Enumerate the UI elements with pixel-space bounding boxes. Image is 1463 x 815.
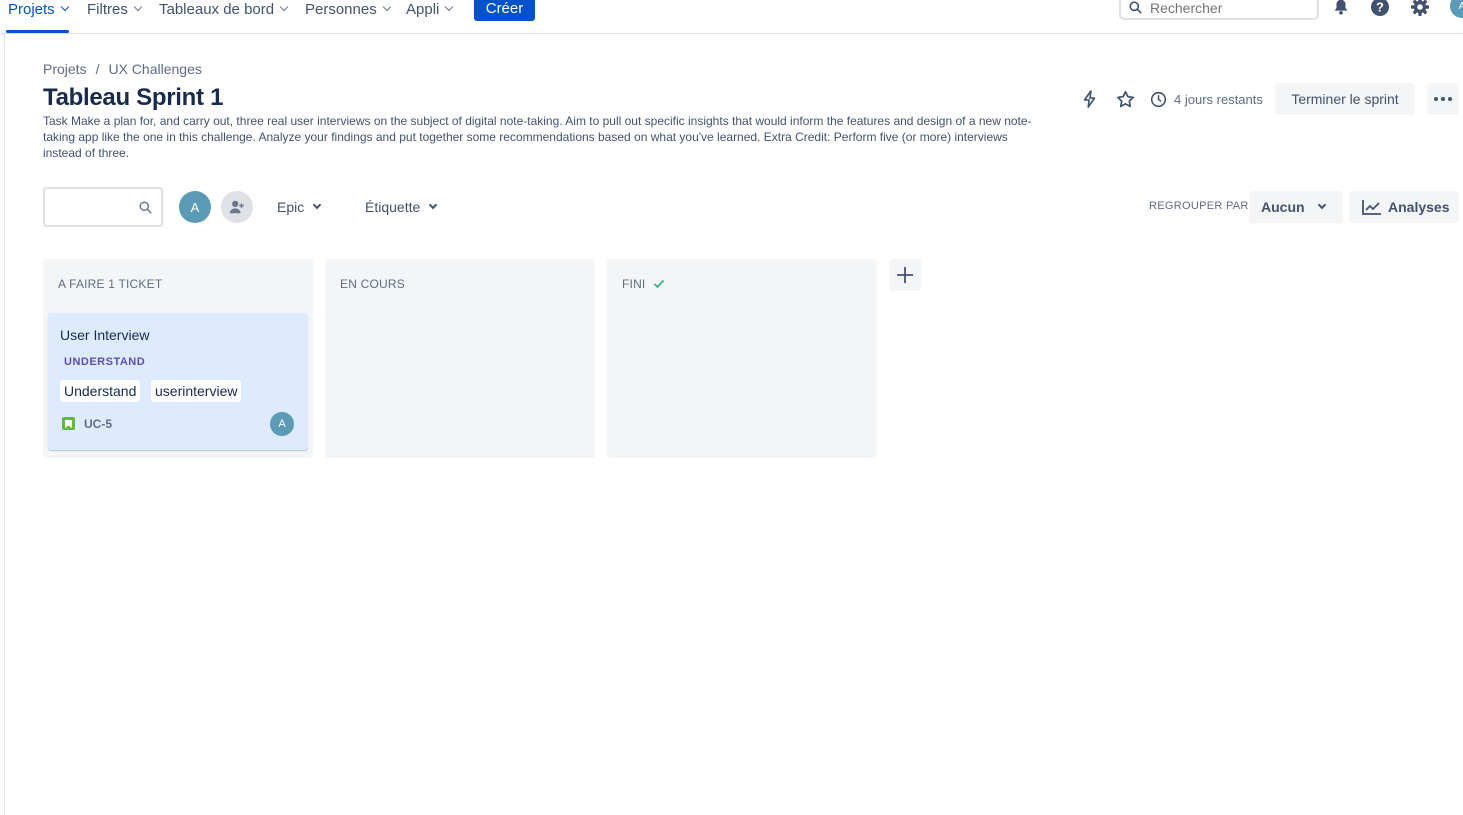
help-icon[interactable]: ? xyxy=(1369,0,1391,18)
chevron-down-icon xyxy=(312,200,322,210)
epic-filter[interactable]: Epic xyxy=(277,196,322,218)
nav-active-indicator xyxy=(6,30,69,33)
automation-icon[interactable] xyxy=(1079,88,1101,110)
breadcrumb: Projets / UX Challenges xyxy=(43,61,202,77)
nav-dashboards[interactable]: Tableaux de bord xyxy=(159,0,289,21)
column-title: EN COURS xyxy=(340,277,405,291)
column-header: FINI xyxy=(622,277,665,291)
global-search-input[interactable] xyxy=(1150,0,1300,16)
column-title: A FAIRE 1 TICKET xyxy=(58,277,163,291)
check-icon xyxy=(654,279,665,289)
epic-lozenge: UNDERSTAND xyxy=(64,356,146,368)
nav-people-label: Personnes xyxy=(305,0,377,18)
column-todo: A FAIRE 1 TICKET User Interview UNDERSTA… xyxy=(43,259,313,458)
breadcrumb-project[interactable]: UX Challenges xyxy=(108,61,201,77)
group-by-label: REGROUPER PAR xyxy=(1149,200,1249,212)
breadcrumb-separator: / xyxy=(95,61,100,77)
clock-icon xyxy=(1150,91,1167,107)
days-remaining: 4 jours restants xyxy=(1150,88,1263,110)
notifications-icon[interactable] xyxy=(1330,0,1352,18)
column-done: FINI xyxy=(607,259,877,458)
chart-trend-icon xyxy=(1362,200,1381,215)
settings-icon[interactable] xyxy=(1409,0,1431,18)
search-icon xyxy=(139,200,152,214)
column-header: EN COURS xyxy=(340,277,405,291)
nav-dashboards-label: Tableaux de bord xyxy=(159,0,275,18)
issue-label: userinterview xyxy=(151,380,242,402)
more-dot xyxy=(1434,97,1438,101)
nav-apps-label: Appli xyxy=(406,0,440,18)
nav-people[interactable]: Personnes xyxy=(305,0,391,21)
chevron-down-icon xyxy=(133,2,143,12)
more-actions-button[interactable] xyxy=(1427,83,1459,115)
insights-label: Analyses xyxy=(1388,199,1450,215)
nav-projects-label: Projets xyxy=(8,0,55,18)
days-remaining-text: 4 jours restants xyxy=(1174,91,1263,107)
nav-filters[interactable]: Filtres xyxy=(87,0,143,21)
label-filter-label: Étiquette xyxy=(365,199,421,215)
add-column-button[interactable] xyxy=(889,259,921,291)
insights-button[interactable]: Analyses xyxy=(1349,191,1459,223)
profile-avatar[interactable]: A xyxy=(1450,0,1463,18)
chevron-down-icon xyxy=(279,2,289,12)
assignee-initial: A xyxy=(278,418,286,430)
page-title: Tableau Sprint 1 xyxy=(43,84,224,111)
more-dot xyxy=(1441,97,1445,101)
assignee-filter-avatar[interactable]: A xyxy=(179,191,211,223)
search-icon xyxy=(1129,1,1142,14)
issue-label: Understand xyxy=(60,380,141,402)
add-person-icon xyxy=(229,200,244,214)
profile-avatar-initial: A xyxy=(1458,0,1463,12)
column-title: FINI xyxy=(622,277,646,291)
chevron-down-icon xyxy=(382,2,391,12)
more-dot xyxy=(1448,97,1452,101)
sprint-goal: Task Make a plan for, and carry out, thr… xyxy=(43,114,1032,160)
story-icon xyxy=(62,417,75,430)
chevron-down-icon xyxy=(429,200,438,210)
end-sprint-button[interactable]: Terminer le sprint xyxy=(1275,83,1415,115)
plus-icon xyxy=(897,267,913,283)
assignee-filter-initial: A xyxy=(190,199,200,215)
column-header: A FAIRE 1 TICKET xyxy=(58,277,162,291)
breadcrumb-projects[interactable]: Projets xyxy=(43,61,87,77)
top-navigation: Projets Filtres Tableaux de bord Personn… xyxy=(0,0,1463,34)
group-by-dropdown[interactable]: Aucun xyxy=(1249,191,1343,223)
chevron-down-icon xyxy=(445,2,454,12)
create-button[interactable]: Créer xyxy=(474,0,535,21)
sidebar-edge xyxy=(4,34,5,815)
group-by-value: Aucun xyxy=(1261,199,1305,215)
nav-projects[interactable]: Projets xyxy=(8,0,69,21)
chevron-down-icon xyxy=(60,2,69,12)
issue-title: User Interview xyxy=(60,327,150,343)
label-filter[interactable]: Étiquette xyxy=(365,196,438,218)
star-icon[interactable] xyxy=(1114,88,1136,110)
column-in-progress: EN COURS xyxy=(325,259,595,458)
issue-card[interactable]: User Interview UNDERSTAND Understand use… xyxy=(48,313,308,450)
assignee-avatar[interactable]: A xyxy=(270,412,294,436)
add-people-button[interactable] xyxy=(221,191,253,223)
board-search-input[interactable] xyxy=(53,199,133,215)
global-search[interactable] xyxy=(1119,0,1319,20)
chevron-down-icon xyxy=(1317,200,1326,210)
svg-text:?: ? xyxy=(1376,0,1384,15)
board-search[interactable] xyxy=(43,187,163,227)
issue-key[interactable]: UC-5 xyxy=(84,417,112,431)
epic-filter-label: Epic xyxy=(277,199,305,215)
nav-filters-label: Filtres xyxy=(87,0,128,18)
nav-apps[interactable]: Appli xyxy=(406,0,454,21)
